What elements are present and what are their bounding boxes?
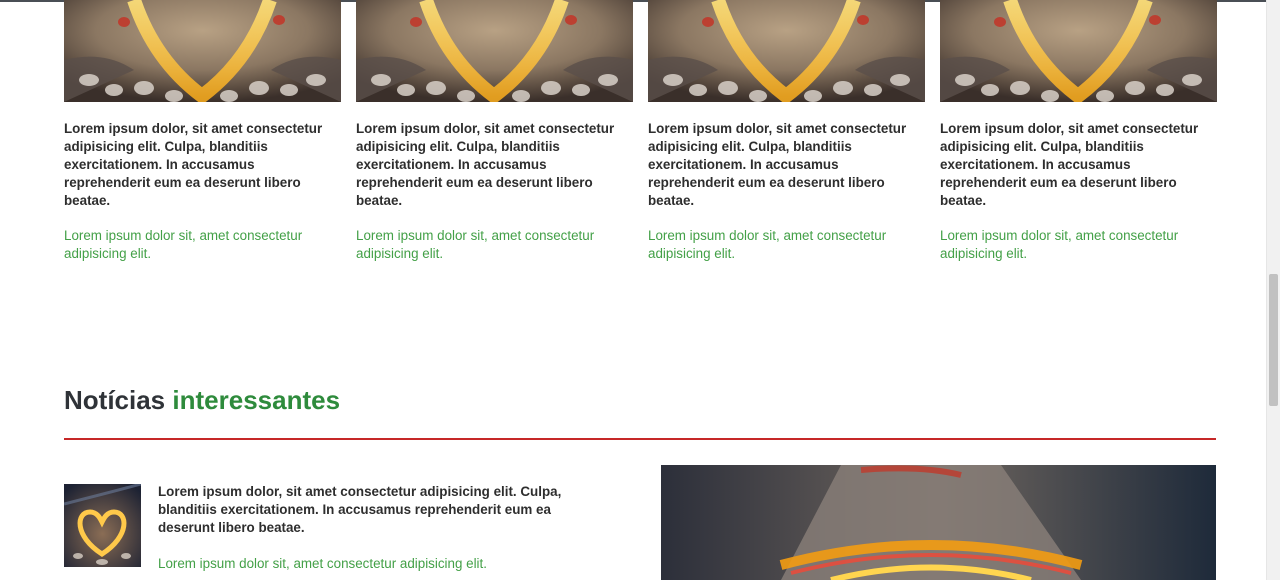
scrollbar[interactable] — [1266, 0, 1280, 580]
news-card[interactable]: Lorem ipsum dolor, sit amet consectetur … — [64, 0, 341, 263]
card-title: Lorem ipsum dolor, sit amet consectetur … — [940, 121, 1199, 208]
section-heading: Notícias interessantes — [64, 382, 340, 418]
card-image[interactable] — [356, 0, 633, 102]
section-divider — [64, 438, 1216, 440]
news-card[interactable]: Lorem ipsum dolor, sit amet consectetur … — [356, 0, 633, 263]
news-card[interactable]: Lorem ipsum dolor, sit amet consectetur … — [648, 0, 925, 263]
card-subtitle[interactable]: Lorem ipsum dolor sit, amet consectetur … — [356, 227, 633, 263]
card-title: Lorem ipsum dolor, sit amet consectetur … — [356, 121, 615, 208]
card-image[interactable] — [648, 0, 925, 102]
news-item-subtitle[interactable]: Lorem ipsum dolor sit, amet consectetur … — [158, 555, 598, 573]
card-subtitle[interactable]: Lorem ipsum dolor sit, amet consectetur … — [64, 227, 341, 263]
news-thumbnail[interactable] — [64, 484, 141, 567]
card-title: Lorem ipsum dolor, sit amet consectetur … — [648, 121, 907, 208]
card-image[interactable] — [64, 0, 341, 102]
section-heading-part2: interessantes — [172, 385, 341, 415]
section-heading-part1: Notícias — [64, 385, 166, 415]
card-subtitle[interactable]: Lorem ipsum dolor sit, amet consectetur … — [648, 227, 925, 263]
scrollbar-thumb[interactable] — [1269, 274, 1278, 406]
featured-image[interactable] — [661, 465, 1216, 580]
card-title: Lorem ipsum dolor, sit amet consectetur … — [64, 121, 323, 208]
card-subtitle[interactable]: Lorem ipsum dolor sit, amet consectetur … — [940, 227, 1217, 263]
card-image[interactable] — [940, 0, 1217, 102]
news-item-title: Lorem ipsum dolor, sit amet consectetur … — [158, 484, 562, 535]
news-card[interactable]: Lorem ipsum dolor, sit amet consectetur … — [940, 0, 1217, 263]
